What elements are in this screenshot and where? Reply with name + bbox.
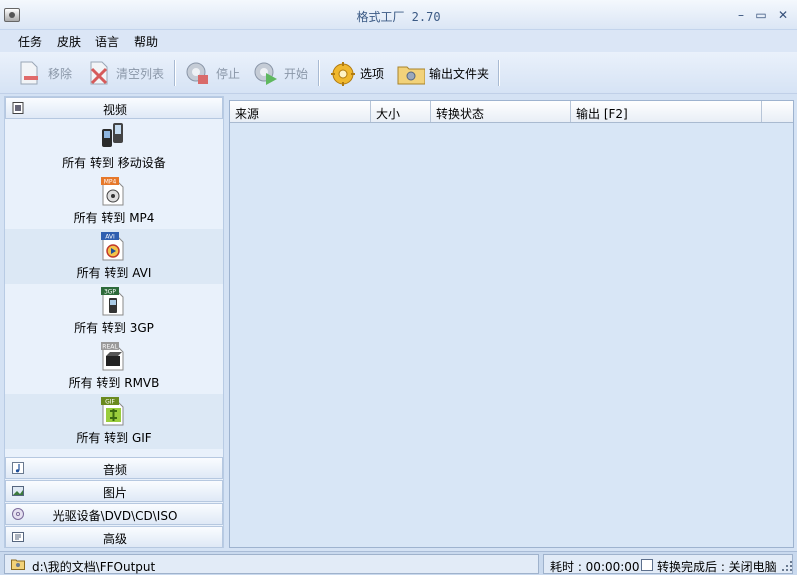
video-conversion-list: 所有 转到 移动设备 MP4 所有 转到 MP4 AVI 所有 转到 AVI 3… — [5, 119, 223, 451]
convert-to-3gp[interactable]: 3GP 所有 转到 3GP — [5, 284, 223, 339]
convert-to-mobile-label: 所有 转到 移动设备 — [62, 156, 166, 170]
menu-language[interactable]: 语言 — [95, 33, 119, 50]
category-picture[interactable]: 图片 — [5, 480, 223, 502]
category-rom-device-label: 光驱设备\DVD\CD\ISO — [52, 509, 178, 523]
options-button[interactable]: 选项 — [330, 58, 388, 88]
category-advanced-label: 高级 — [102, 532, 127, 546]
stop-label: 停止 — [216, 67, 241, 81]
title-bar: 格式工厂 2.70 – ▭ ✕ — [0, 0, 797, 30]
column-status[interactable]: 转换状态 — [431, 101, 571, 122]
output-path: d:\我的文档\FFOutput — [32, 560, 156, 574]
convert-to-mobile[interactable]: 所有 转到 移动设备 — [5, 119, 223, 174]
start-button[interactable]: 开始 — [252, 58, 312, 88]
3gp-badge: 3GP — [104, 289, 116, 296]
resize-grip-icon[interactable] — [781, 560, 793, 572]
task-list-header: 来源 大小 转换状态 输出 [F2] — [230, 101, 793, 123]
gear-icon — [331, 62, 355, 86]
category-picture-label: 图片 — [102, 486, 127, 500]
menu-bar: 任务 皮肤 语言 帮助 — [0, 30, 797, 52]
maximize-button[interactable]: ▭ — [753, 7, 769, 23]
toolbar-separator — [174, 60, 176, 86]
task-list[interactable]: 来源 大小 转换状态 输出 [F2] — [229, 100, 794, 548]
category-audio[interactable]: 音频 — [5, 457, 223, 479]
stop-icon — [186, 62, 208, 84]
menu-task[interactable]: 任务 — [18, 33, 42, 50]
mp4-icon: MP4 — [101, 177, 124, 206]
elapsed-time: 耗时 : 00:00:00 — [550, 560, 640, 574]
category-panel: 视频 所有 转到 移动设备 MP4 所有 转到 MP4 AVI 所有 转到 AV… — [4, 96, 224, 548]
convert-to-avi[interactable]: AVI 所有 转到 AVI — [5, 229, 223, 284]
category-audio-label: 音频 — [102, 463, 127, 477]
menu-help[interactable]: 帮助 — [134, 33, 158, 50]
category-video-label: 视频 — [102, 103, 127, 117]
category-video[interactable]: 视频 — [5, 97, 223, 119]
output-folder-button[interactable]: 输出文件夹 — [395, 58, 495, 88]
remove-label: 移除 — [48, 67, 73, 81]
status-right-segment: 耗时 : 00:00:00 转换完成后 : 关闭电脑 — [543, 554, 793, 574]
avi-icon: AVI — [101, 232, 124, 261]
status-bar: d:\我的文档\FFOutput 耗时 : 00:00:00 转换完成后 : 关… — [0, 551, 797, 575]
toolbar-separator — [498, 60, 500, 86]
category-advanced[interactable]: 高级 — [5, 526, 223, 548]
output-path-segment[interactable]: d:\我的文档\FFOutput — [4, 554, 539, 574]
remove-icon — [20, 61, 38, 85]
convert-to-mp4-label: 所有 转到 MP4 — [73, 211, 155, 225]
menu-skin[interactable]: 皮肤 — [57, 33, 81, 50]
avi-badge: AVI — [105, 234, 115, 241]
options-label: 选项 — [360, 67, 385, 81]
convert-to-mp4[interactable]: MP4 所有 转到 MP4 — [5, 174, 223, 229]
convert-to-gif[interactable]: GIF 所有 转到 GIF — [5, 394, 223, 449]
3gp-icon: 3GP — [101, 287, 124, 316]
output-folder-label: 输出文件夹 — [429, 67, 490, 81]
start-icon — [254, 62, 277, 85]
convert-to-rmvb[interactable]: REAL 所有 转到 RMVB — [5, 339, 223, 394]
rmvb-badge: REAL — [102, 344, 118, 351]
clear-list-label: 清空列表 — [116, 67, 165, 81]
column-output[interactable]: 输出 [F2] — [571, 101, 762, 122]
convert-to-avi-label: 所有 转到 AVI — [76, 266, 152, 280]
mp4-badge: MP4 — [104, 179, 117, 186]
convert-to-rmvb-label: 所有 转到 RMVB — [68, 376, 160, 390]
mobile-device-icon — [102, 123, 123, 147]
stop-button[interactable]: 停止 — [184, 58, 244, 88]
close-button[interactable]: ✕ — [775, 7, 791, 23]
clear-list-icon — [90, 61, 108, 85]
toolbar-separator — [318, 60, 320, 86]
gif-icon: GIF — [101, 397, 124, 426]
column-source[interactable]: 来源 — [230, 101, 371, 122]
remove-button[interactable]: 移除 — [16, 58, 76, 88]
column-size[interactable]: 大小 — [371, 101, 431, 122]
minimize-button[interactable]: – — [733, 7, 749, 23]
after-done-label: 转换完成后 : 关闭电脑 — [657, 560, 777, 574]
folder-icon — [397, 66, 425, 85]
rmvb-icon: REAL — [101, 342, 124, 371]
clear-list-button[interactable]: 清空列表 — [86, 58, 168, 88]
gif-badge: GIF — [105, 399, 115, 406]
window-title: 格式工厂 2.70 — [356, 10, 441, 24]
start-label: 开始 — [284, 67, 309, 81]
after-done-checkbox[interactable] — [641, 559, 653, 571]
convert-to-gif-label: 所有 转到 GIF — [76, 431, 152, 445]
toolbar: 移除 清空列表 停止 开始 选项 输出文件夹 — [0, 52, 797, 94]
folder-icon — [11, 559, 25, 570]
convert-to-3gp-label: 所有 转到 3GP — [74, 321, 154, 335]
category-rom-device[interactable]: 光驱设备\DVD\CD\ISO — [5, 503, 223, 525]
